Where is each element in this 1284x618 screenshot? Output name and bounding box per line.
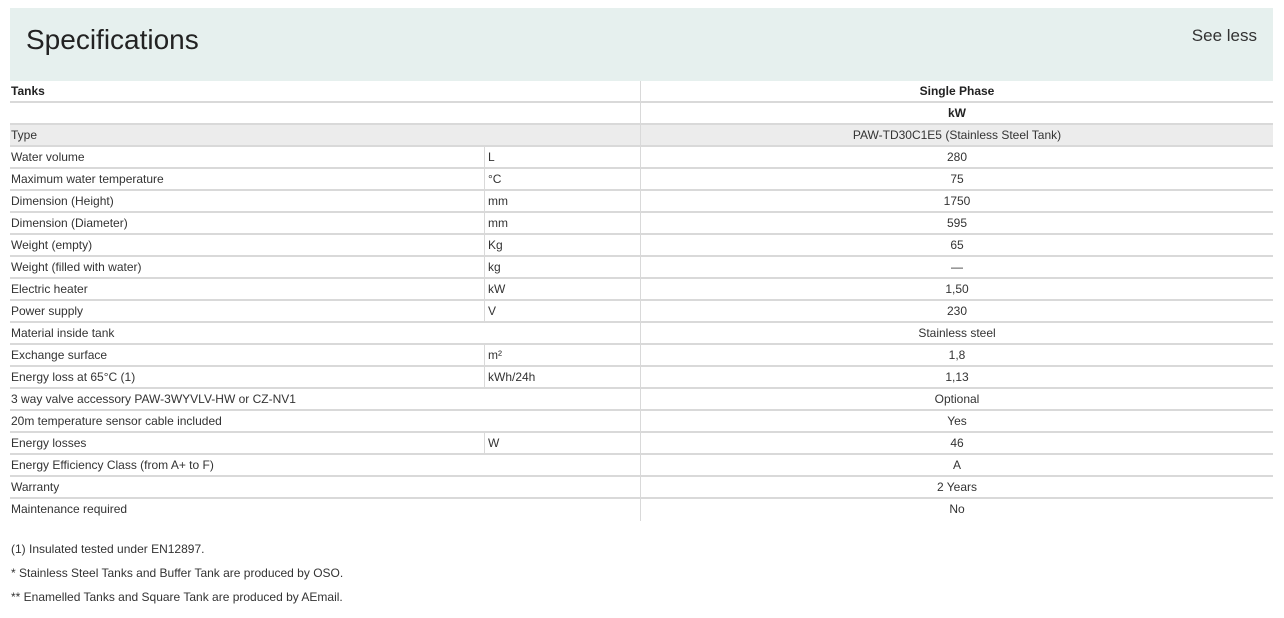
row-value: 230 [640, 301, 1273, 321]
row-label: Maximum water temperature [11, 172, 164, 186]
row-label: 3 way valve accessory PAW-3WYVLV-HW or C… [11, 392, 296, 406]
row-label: Dimension (Height) [11, 194, 114, 208]
table-row: Dimension (Height) mm 1750 [10, 191, 1273, 213]
table-row: Weight (empty) Kg 65 [10, 235, 1273, 257]
row-value: 46 [640, 433, 1273, 453]
row-unit: mm [484, 191, 640, 211]
table-row: Material inside tank Stainless steel [10, 323, 1273, 345]
row-label: Weight (empty) [11, 238, 93, 252]
row-unit: mm [484, 213, 640, 233]
row-label: 20m temperature sensor cable included [11, 414, 222, 428]
row-unit: Kg [484, 235, 640, 255]
table-row: 3 way valve accessory PAW-3WYVLV-HW or C… [10, 389, 1273, 411]
table-unit-row: kW [10, 103, 1273, 125]
row-label: Power supply [11, 304, 84, 318]
row-value: 1,50 [640, 279, 1273, 299]
table-row: Weight (filled with water) kg — [10, 257, 1273, 279]
table-row: Energy Efficiency Class (from A+ to F) A [10, 455, 1273, 477]
table-row: 20m temperature sensor cable included Yes [10, 411, 1273, 433]
row-label: Maintenance required [11, 502, 128, 516]
row-label: Energy losses [11, 436, 87, 450]
table-header-label: Tanks [11, 84, 45, 98]
table-header-row: Tanks Single Phase [10, 81, 1273, 103]
row-label: Exchange surface [11, 348, 108, 362]
table-row: Maintenance required No [10, 499, 1273, 521]
row-label: Electric heater [11, 282, 88, 296]
row-value: 65 [640, 235, 1273, 255]
table-row: Water volume L 280 [10, 147, 1273, 169]
row-label: Weight (filled with water) [11, 260, 142, 274]
table-header-unit: kW [640, 103, 1273, 123]
footnotes: (1) Insulated tested under EN12897. * St… [11, 541, 343, 613]
row-unit: kWh/24h [484, 367, 640, 387]
row-unit: m² [484, 345, 640, 365]
table-row: Power supply V 230 [10, 301, 1273, 323]
table-row: Energy loss at 65°C (1) kWh/24h 1,13 [10, 367, 1273, 389]
table-row: Energy losses W 46 [10, 433, 1273, 455]
table-row: Maximum water temperature °C 75 [10, 169, 1273, 191]
footnote: (1) Insulated tested under EN12897. [11, 542, 205, 556]
row-value: — [640, 257, 1273, 277]
see-less-link[interactable]: See less [1192, 26, 1257, 46]
table-row: Exchange surface m² 1,8 [10, 345, 1273, 367]
specifications-header: Specifications See less [10, 8, 1273, 81]
row-value: 595 [640, 213, 1273, 233]
specifications-table: Tanks Single Phase kW Type PAW-TD30C1E5 … [10, 81, 1273, 521]
table-header-phase: Single Phase [640, 81, 1273, 101]
row-value: A [640, 455, 1273, 475]
row-unit: V [484, 301, 640, 321]
row-value: 1,13 [640, 367, 1273, 387]
table-row: Electric heater kW 1,50 [10, 279, 1273, 301]
row-label: Material inside tank [11, 326, 115, 340]
table-row: Warranty 2 Years [10, 477, 1273, 499]
row-value: 2 Years [640, 477, 1273, 497]
row-value: 75 [640, 169, 1273, 189]
row-value: Stainless steel [640, 323, 1273, 343]
row-unit: L [484, 147, 640, 167]
row-label: Warranty [11, 480, 60, 494]
row-label: Water volume [11, 150, 85, 164]
row-unit: W [484, 433, 640, 453]
row-value: 1750 [640, 191, 1273, 211]
table-row: Dimension (Diameter) mm 595 [10, 213, 1273, 235]
row-value: 1,8 [640, 345, 1273, 365]
row-value: Yes [640, 411, 1273, 431]
row-label: Dimension (Diameter) [11, 216, 128, 230]
row-value: Optional [640, 389, 1273, 409]
row-value: No [640, 499, 1273, 521]
table-type-row: Type PAW-TD30C1E5 (Stainless Steel Tank) [10, 125, 1273, 147]
row-unit: kg [484, 257, 640, 277]
row-label: Energy loss at 65°C (1) [11, 370, 136, 384]
row-label: Energy Efficiency Class (from A+ to F) [11, 458, 214, 472]
footnote: ** Enamelled Tanks and Square Tank are p… [11, 590, 343, 604]
row-unit: °C [484, 169, 640, 189]
row-unit: kW [484, 279, 640, 299]
type-value: PAW-TD30C1E5 (Stainless Steel Tank) [640, 125, 1273, 145]
footnote: * Stainless Steel Tanks and Buffer Tank … [11, 566, 344, 580]
type-label: Type [11, 128, 38, 142]
page-title: Specifications [26, 24, 199, 55]
row-value: 280 [640, 147, 1273, 167]
